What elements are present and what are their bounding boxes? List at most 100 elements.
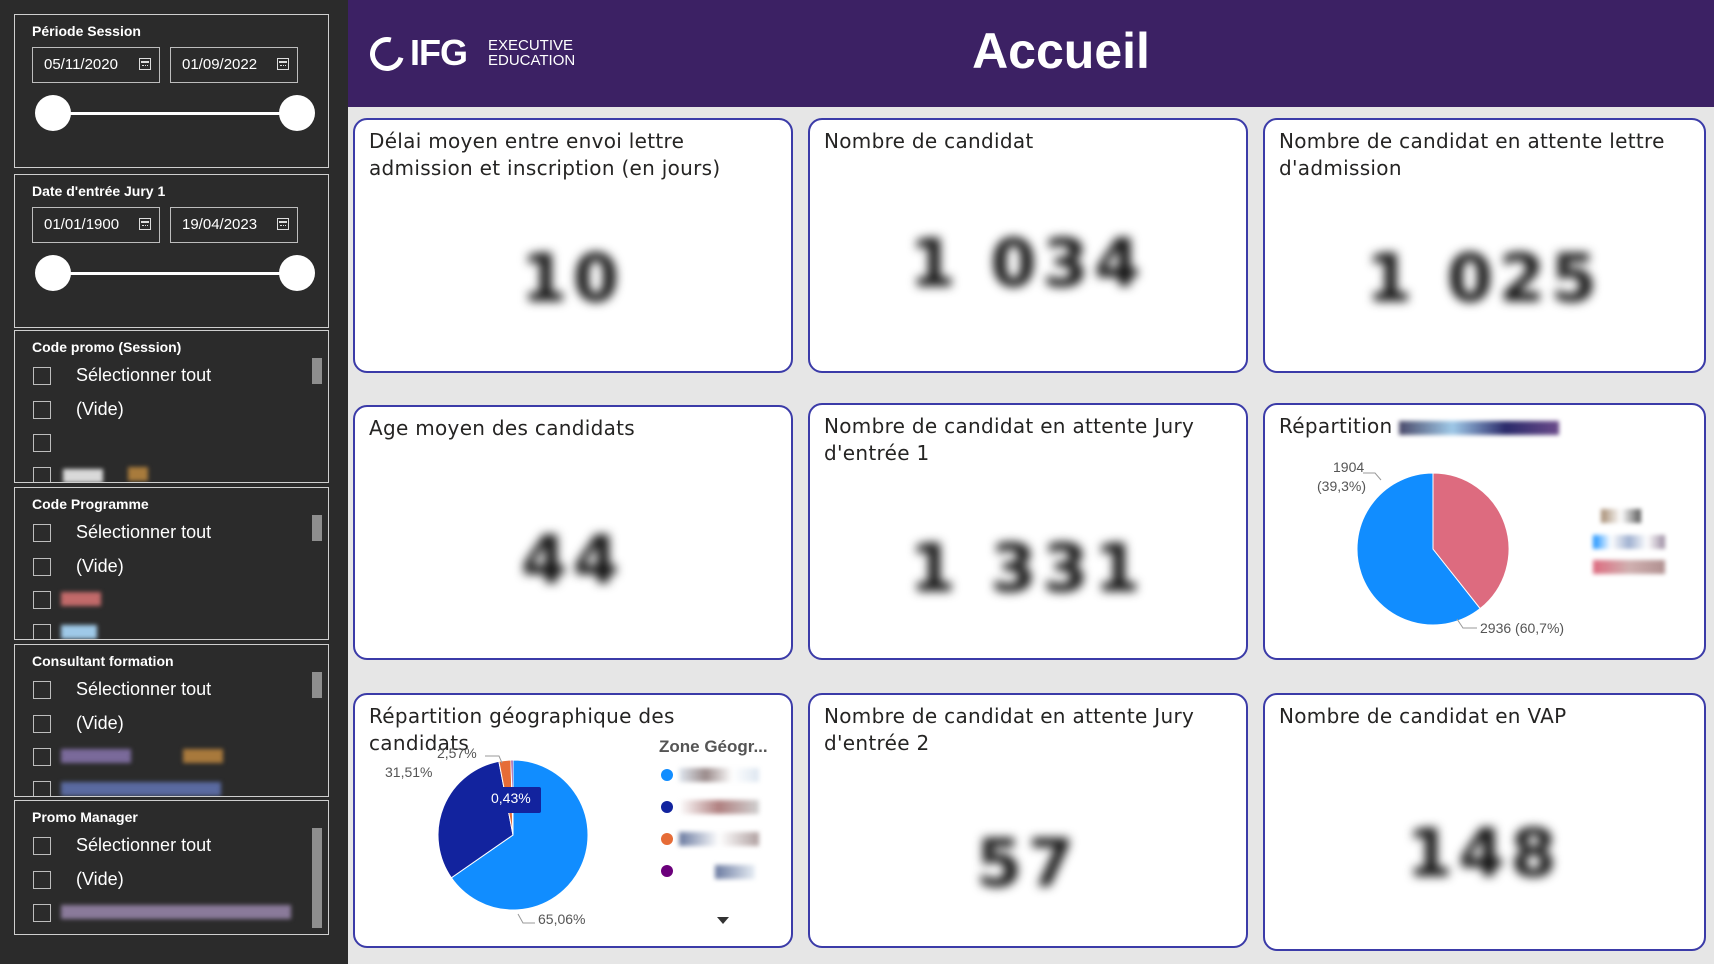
legend-dot[interactable]: [661, 769, 673, 781]
pie-label-a: 65,06%: [538, 911, 586, 927]
pie-label-a-value: 1904: [1333, 459, 1365, 475]
pie-label-c: 2,57%: [437, 745, 477, 761]
legend-dot[interactable]: [661, 801, 673, 813]
checkbox[interactable]: [33, 624, 51, 639]
slicer-code-programme: Code Programme Sélectionner tout (Vide): [14, 487, 329, 640]
checkbox[interactable]: [33, 591, 51, 609]
leader-line: [517, 913, 535, 924]
redacted-text: [679, 768, 759, 782]
card-title: Age moyen des candidats: [369, 416, 636, 440]
scrollbar[interactable]: [312, 828, 322, 928]
slicer-date-entree-jury: Date d'entrée Jury 1 01/01/1900 19/04/20…: [14, 174, 329, 328]
slicer-title: Consultant formation: [32, 653, 174, 669]
redacted-text: [61, 905, 291, 919]
range-end-handle[interactable]: [279, 255, 315, 291]
card-title: Nombre de candidat en VAP: [1279, 704, 1567, 728]
checkbox[interactable]: [33, 524, 51, 542]
checkbox[interactable]: [33, 871, 51, 889]
item-label: (Vide): [76, 869, 124, 889]
scrollbar[interactable]: [312, 672, 322, 698]
start-date-input[interactable]: 01/01/1900: [32, 207, 160, 243]
legend-item[interactable]: [1601, 509, 1641, 523]
scrollbar[interactable]: [312, 358, 322, 384]
calendar-icon[interactable]: [139, 218, 151, 230]
date-range-track[interactable]: [53, 272, 313, 275]
item-label: Sélectionner tout: [76, 835, 212, 855]
redacted-text: [61, 749, 131, 763]
legend-dot[interactable]: [661, 833, 673, 845]
redacted-text: [61, 782, 221, 796]
checkbox[interactable]: [33, 558, 51, 576]
pie-label-a-percent: (39,3%): [1317, 478, 1367, 494]
pie-label-b: 31,51%: [385, 764, 433, 780]
legend-item[interactable]: [1593, 535, 1665, 549]
redacted-text: [679, 832, 759, 846]
item-label: Sélectionner tout: [76, 522, 212, 542]
card-title: Nombre de candidat en attente Jury d'ent…: [824, 704, 1195, 755]
end-date-input[interactable]: 19/04/2023: [170, 207, 298, 243]
checkbox[interactable]: [33, 401, 51, 419]
kpi-card-vap[interactable]: Nombre de candidat en VAP 148: [1263, 693, 1706, 951]
legend-dot[interactable]: [661, 865, 673, 877]
report-header: IFG EXECUTIVE EDUCATION Accueil: [348, 0, 1714, 107]
checkbox[interactable]: [33, 904, 51, 922]
checkbox[interactable]: [33, 467, 51, 482]
kpi-value: 1 034: [909, 225, 1147, 302]
pie-label-b: 2936 (60,7%): [1480, 620, 1565, 636]
kpi-card-attente-lettre[interactable]: Nombre de candidat en attente lettre d'a…: [1263, 118, 1706, 373]
item-label: (Vide): [76, 713, 124, 733]
range-end-handle[interactable]: [279, 95, 315, 131]
checkbox[interactable]: [33, 781, 51, 796]
card-title: Nombre de candidat en attente Jury d'ent…: [824, 414, 1195, 465]
kpi-card-nombre-candidat[interactable]: Nombre de candidat 1 034: [808, 118, 1248, 373]
slicer-title: Promo Manager: [32, 809, 138, 825]
calendar-icon[interactable]: [139, 58, 151, 70]
end-date-input[interactable]: 01/09/2022: [170, 47, 298, 83]
slicer-promo-manager: Promo Manager Sélectionner tout (Vide): [14, 800, 329, 935]
kpi-value: 57: [976, 825, 1080, 902]
end-date-value: 01/09/2022: [182, 56, 258, 73]
range-start-handle[interactable]: [35, 255, 71, 291]
slicer-title: Date d'entrée Jury 1: [32, 183, 166, 199]
calendar-icon[interactable]: [277, 218, 289, 230]
range-start-handle[interactable]: [35, 95, 71, 131]
scrollbar[interactable]: [312, 515, 322, 541]
redacted-text: [61, 625, 97, 639]
page-title: Accueil: [972, 23, 1150, 79]
checkbox[interactable]: [33, 367, 51, 385]
item-label: Sélectionner tout: [76, 365, 212, 385]
kpi-card-attente-jury1[interactable]: Nombre de candidat en attente Jury d'ent…: [808, 403, 1248, 660]
checkbox[interactable]: [33, 748, 51, 766]
slicer-periode-session: Période Session 05/11/2020 01/09/2022: [14, 14, 329, 168]
legend-item[interactable]: [1593, 560, 1665, 574]
calendar-icon[interactable]: [277, 58, 289, 70]
redacted-text: [715, 865, 755, 879]
card-title: Nombre de candidat en attente lettre d'a…: [1279, 129, 1665, 180]
end-date-value: 19/04/2023: [182, 216, 258, 233]
chart-card-geo[interactable]: Répartition géographique des candidats 2…: [353, 693, 793, 948]
checkbox[interactable]: [33, 434, 51, 452]
pie-label-d: 0,43%: [491, 790, 531, 806]
legend-scroll-down-icon[interactable]: [717, 917, 729, 924]
slicer-consultant-formation: Consultant formation Sélectionner tout (…: [14, 644, 329, 797]
kpi-value: 44: [521, 522, 625, 599]
kpi-card-delai[interactable]: Délai moyen entre envoi lettre admission…: [353, 118, 793, 373]
start-date-input[interactable]: 05/11/2020: [32, 47, 160, 83]
start-date-value: 05/11/2020: [44, 56, 118, 73]
item-label: (Vide): [76, 399, 124, 419]
checkbox[interactable]: [33, 837, 51, 855]
date-range-track[interactable]: [53, 112, 313, 115]
kpi-card-age-moyen[interactable]: Age moyen des candidats 44: [353, 405, 793, 660]
slicer-title: Code promo (Session): [32, 339, 182, 355]
kpi-value: 10: [521, 240, 625, 317]
kpi-value: 148: [1406, 815, 1563, 892]
checkbox[interactable]: [33, 715, 51, 733]
slicer-title: Code Programme: [32, 496, 149, 512]
checkbox[interactable]: [33, 681, 51, 699]
redacted-text: [63, 469, 103, 482]
redacted-text: [679, 800, 759, 814]
chart-card-repartition[interactable]: Répartition 1904 (39,3%) 2936 (60,7%): [1263, 403, 1706, 660]
kpi-value: 1 025: [1366, 240, 1603, 317]
card-title: Nombre de candidat: [824, 129, 1034, 153]
kpi-card-attente-jury2[interactable]: Nombre de candidat en attente Jury d'ent…: [808, 693, 1248, 948]
